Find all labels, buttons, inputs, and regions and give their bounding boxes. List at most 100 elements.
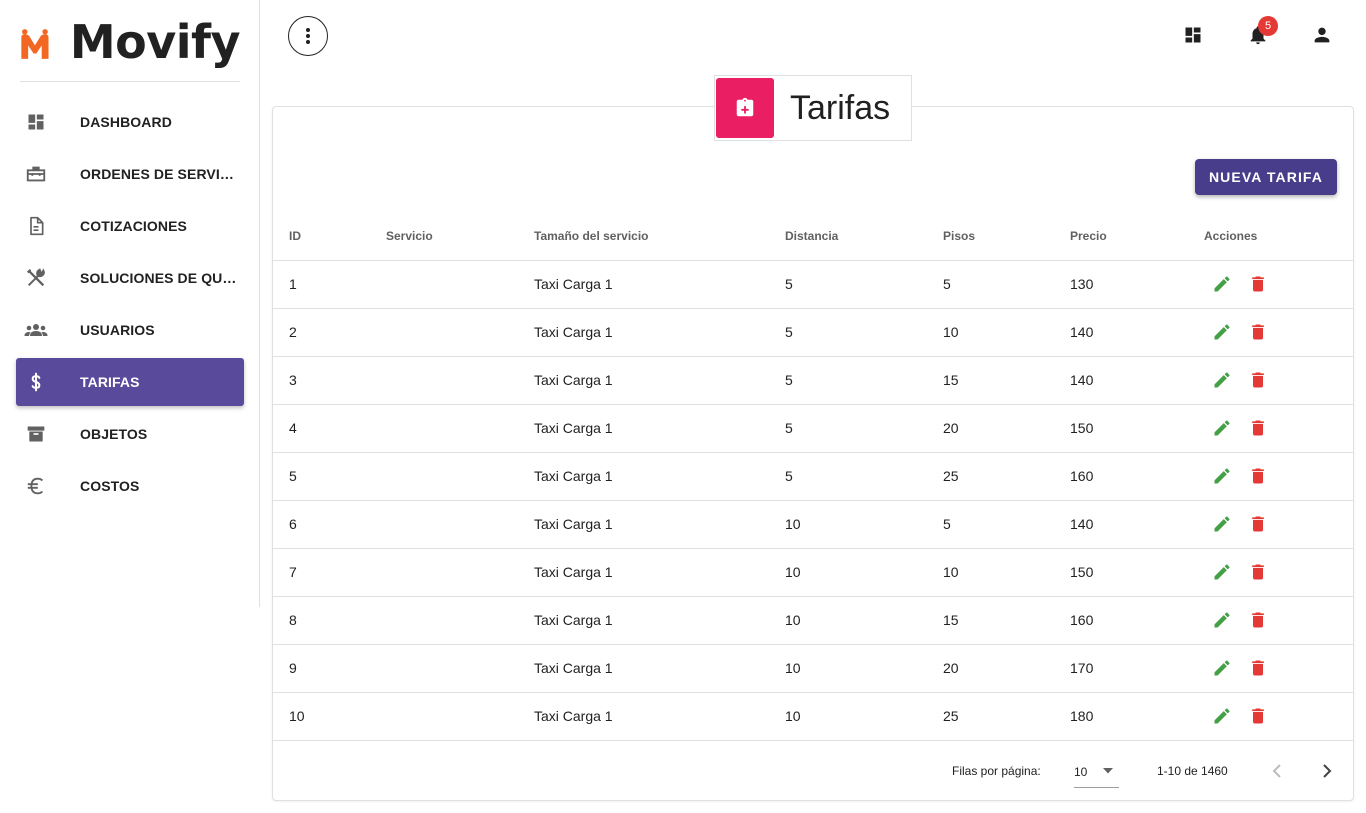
edit-button[interactable]	[1210, 512, 1234, 536]
sidebar-item-costos[interactable]: COSTOS	[16, 462, 244, 510]
sidebar-nav: DASHBOARD ORDENES DE SERVICIO COTIZACION…	[16, 98, 244, 514]
edit-button[interactable]	[1210, 320, 1234, 344]
sidebar-item-label: COTIZACIONES	[80, 218, 187, 234]
trash-icon	[1252, 564, 1264, 580]
delete-button[interactable]	[1246, 464, 1270, 488]
trash-icon	[1252, 420, 1264, 436]
column-header-servicio[interactable]: Servicio	[386, 212, 534, 261]
chevron-right-icon	[1323, 764, 1332, 778]
person-icon	[1314, 27, 1330, 43]
delete-button[interactable]	[1246, 416, 1270, 440]
edit-button[interactable]	[1210, 608, 1234, 632]
cell-tamano: Taxi Carga 1	[534, 692, 785, 741]
trash-icon	[1252, 468, 1264, 484]
sidebar-item-usuarios[interactable]: USUARIOS	[16, 306, 244, 354]
pencil-icon	[1214, 372, 1230, 388]
delete-button[interactable]	[1246, 512, 1270, 536]
account-button[interactable]	[1310, 23, 1334, 47]
sidebar-item-label: OBJETOS	[80, 426, 148, 442]
edit-button[interactable]	[1210, 560, 1234, 584]
cell-distancia: 5	[785, 404, 943, 453]
new-tarifa-button[interactable]: NUEVA TARIFA	[1195, 159, 1337, 195]
trash-icon	[1252, 324, 1264, 340]
table-row: 10 Taxi Carga 1 10 25 180	[273, 692, 1353, 741]
pencil-icon	[1214, 468, 1230, 484]
cell-id: 3	[273, 356, 386, 405]
previous-page-button[interactable]	[1265, 759, 1289, 783]
rows-per-page-select[interactable]: 10	[1074, 756, 1119, 788]
table-pagination: Filas por página: 10 1-10 de 1460	[273, 742, 1353, 800]
euro-icon	[24, 474, 48, 498]
sidebar-item-soluciones[interactable]: SOLUCIONES DE QUIE...	[16, 254, 244, 302]
pencil-icon	[1214, 276, 1230, 292]
column-header-tamano[interactable]: Tamaño del servicio	[534, 212, 785, 261]
cell-acciones	[1204, 644, 1353, 693]
movify-logo-icon	[21, 29, 49, 59]
more-options-button[interactable]	[288, 16, 328, 56]
dashboard-shortcut-button[interactable]	[1181, 23, 1205, 47]
edit-button[interactable]	[1210, 272, 1234, 296]
cell-distancia: 10	[785, 644, 943, 693]
pencil-icon	[1214, 708, 1230, 724]
table-row: 2 Taxi Carga 1 5 10 140	[273, 308, 1353, 357]
sidebar-item-cotizaciones[interactable]: COTIZACIONES	[16, 202, 244, 250]
cell-pisos: 10	[943, 548, 1070, 597]
archive-icon	[24, 422, 48, 446]
next-page-button[interactable]	[1315, 759, 1339, 783]
sidebar-item-label: TARIFAS	[80, 374, 140, 390]
sidebar-item-dashboard[interactable]: DASHBOARD	[16, 98, 244, 146]
edit-button[interactable]	[1210, 464, 1234, 488]
dollar-icon	[24, 370, 48, 394]
notification-badge: 5	[1258, 16, 1278, 36]
sidebar-item-ordenes[interactable]: ORDENES DE SERVICIO	[16, 150, 244, 198]
cell-distancia: 5	[785, 356, 943, 405]
delete-button[interactable]	[1246, 608, 1270, 632]
cell-servicio	[386, 452, 534, 501]
edit-button[interactable]	[1210, 656, 1234, 680]
cell-precio: 140	[1070, 308, 1204, 357]
cell-tamano: Taxi Carga 1	[534, 308, 785, 357]
delete-button[interactable]	[1246, 560, 1270, 584]
sidebar-item-tarifas[interactable]: TARIFAS	[16, 358, 244, 406]
cell-distancia: 10	[785, 596, 943, 645]
column-header-precio[interactable]: Precio	[1070, 212, 1204, 261]
edit-button[interactable]	[1210, 368, 1234, 392]
cell-servicio	[386, 644, 534, 693]
cell-pisos: 15	[943, 596, 1070, 645]
more-vertical-icon	[306, 28, 310, 44]
cell-tamano: Taxi Carga 1	[534, 644, 785, 693]
delete-button[interactable]	[1246, 320, 1270, 344]
pencil-icon	[1214, 516, 1230, 532]
card-header-icon-box	[716, 78, 774, 138]
sidebar-item-label: ORDENES DE SERVICIO	[80, 166, 240, 182]
pencil-icon	[1214, 420, 1230, 436]
column-header-pisos[interactable]: Pisos	[943, 212, 1070, 261]
tarifas-table: ID Servicio Tamaño del servicio Distanci…	[273, 212, 1353, 741]
edit-button[interactable]	[1210, 704, 1234, 728]
delete-button[interactable]	[1246, 368, 1270, 392]
column-header-id[interactable]: ID	[273, 212, 386, 261]
table-row: 8 Taxi Carga 1 10 15 160	[273, 596, 1353, 645]
column-header-distancia[interactable]: Distancia	[785, 212, 943, 261]
cell-precio: 180	[1070, 692, 1204, 741]
cell-acciones	[1204, 356, 1353, 405]
delete-button[interactable]	[1246, 656, 1270, 680]
cell-acciones	[1204, 596, 1353, 645]
cell-id: 4	[273, 404, 386, 453]
trash-icon	[1252, 276, 1264, 292]
pagination-range: 1-10 de 1460	[1157, 764, 1228, 778]
cell-precio: 150	[1070, 548, 1204, 597]
chevron-left-icon	[1272, 764, 1281, 778]
sidebar-item-objetos[interactable]: OBJETOS	[16, 410, 244, 458]
pencil-icon	[1214, 324, 1230, 340]
cell-precio: 130	[1070, 260, 1204, 309]
table-row: 6 Taxi Carga 1 10 5 140	[273, 500, 1353, 549]
delete-button[interactable]	[1246, 272, 1270, 296]
cell-precio: 170	[1070, 644, 1204, 693]
sidebar-item-label: COSTOS	[80, 478, 140, 494]
table-row: 3 Taxi Carga 1 5 15 140	[273, 356, 1353, 405]
delete-button[interactable]	[1246, 704, 1270, 728]
edit-button[interactable]	[1210, 416, 1234, 440]
cell-id: 5	[273, 452, 386, 501]
trash-icon	[1252, 612, 1264, 628]
